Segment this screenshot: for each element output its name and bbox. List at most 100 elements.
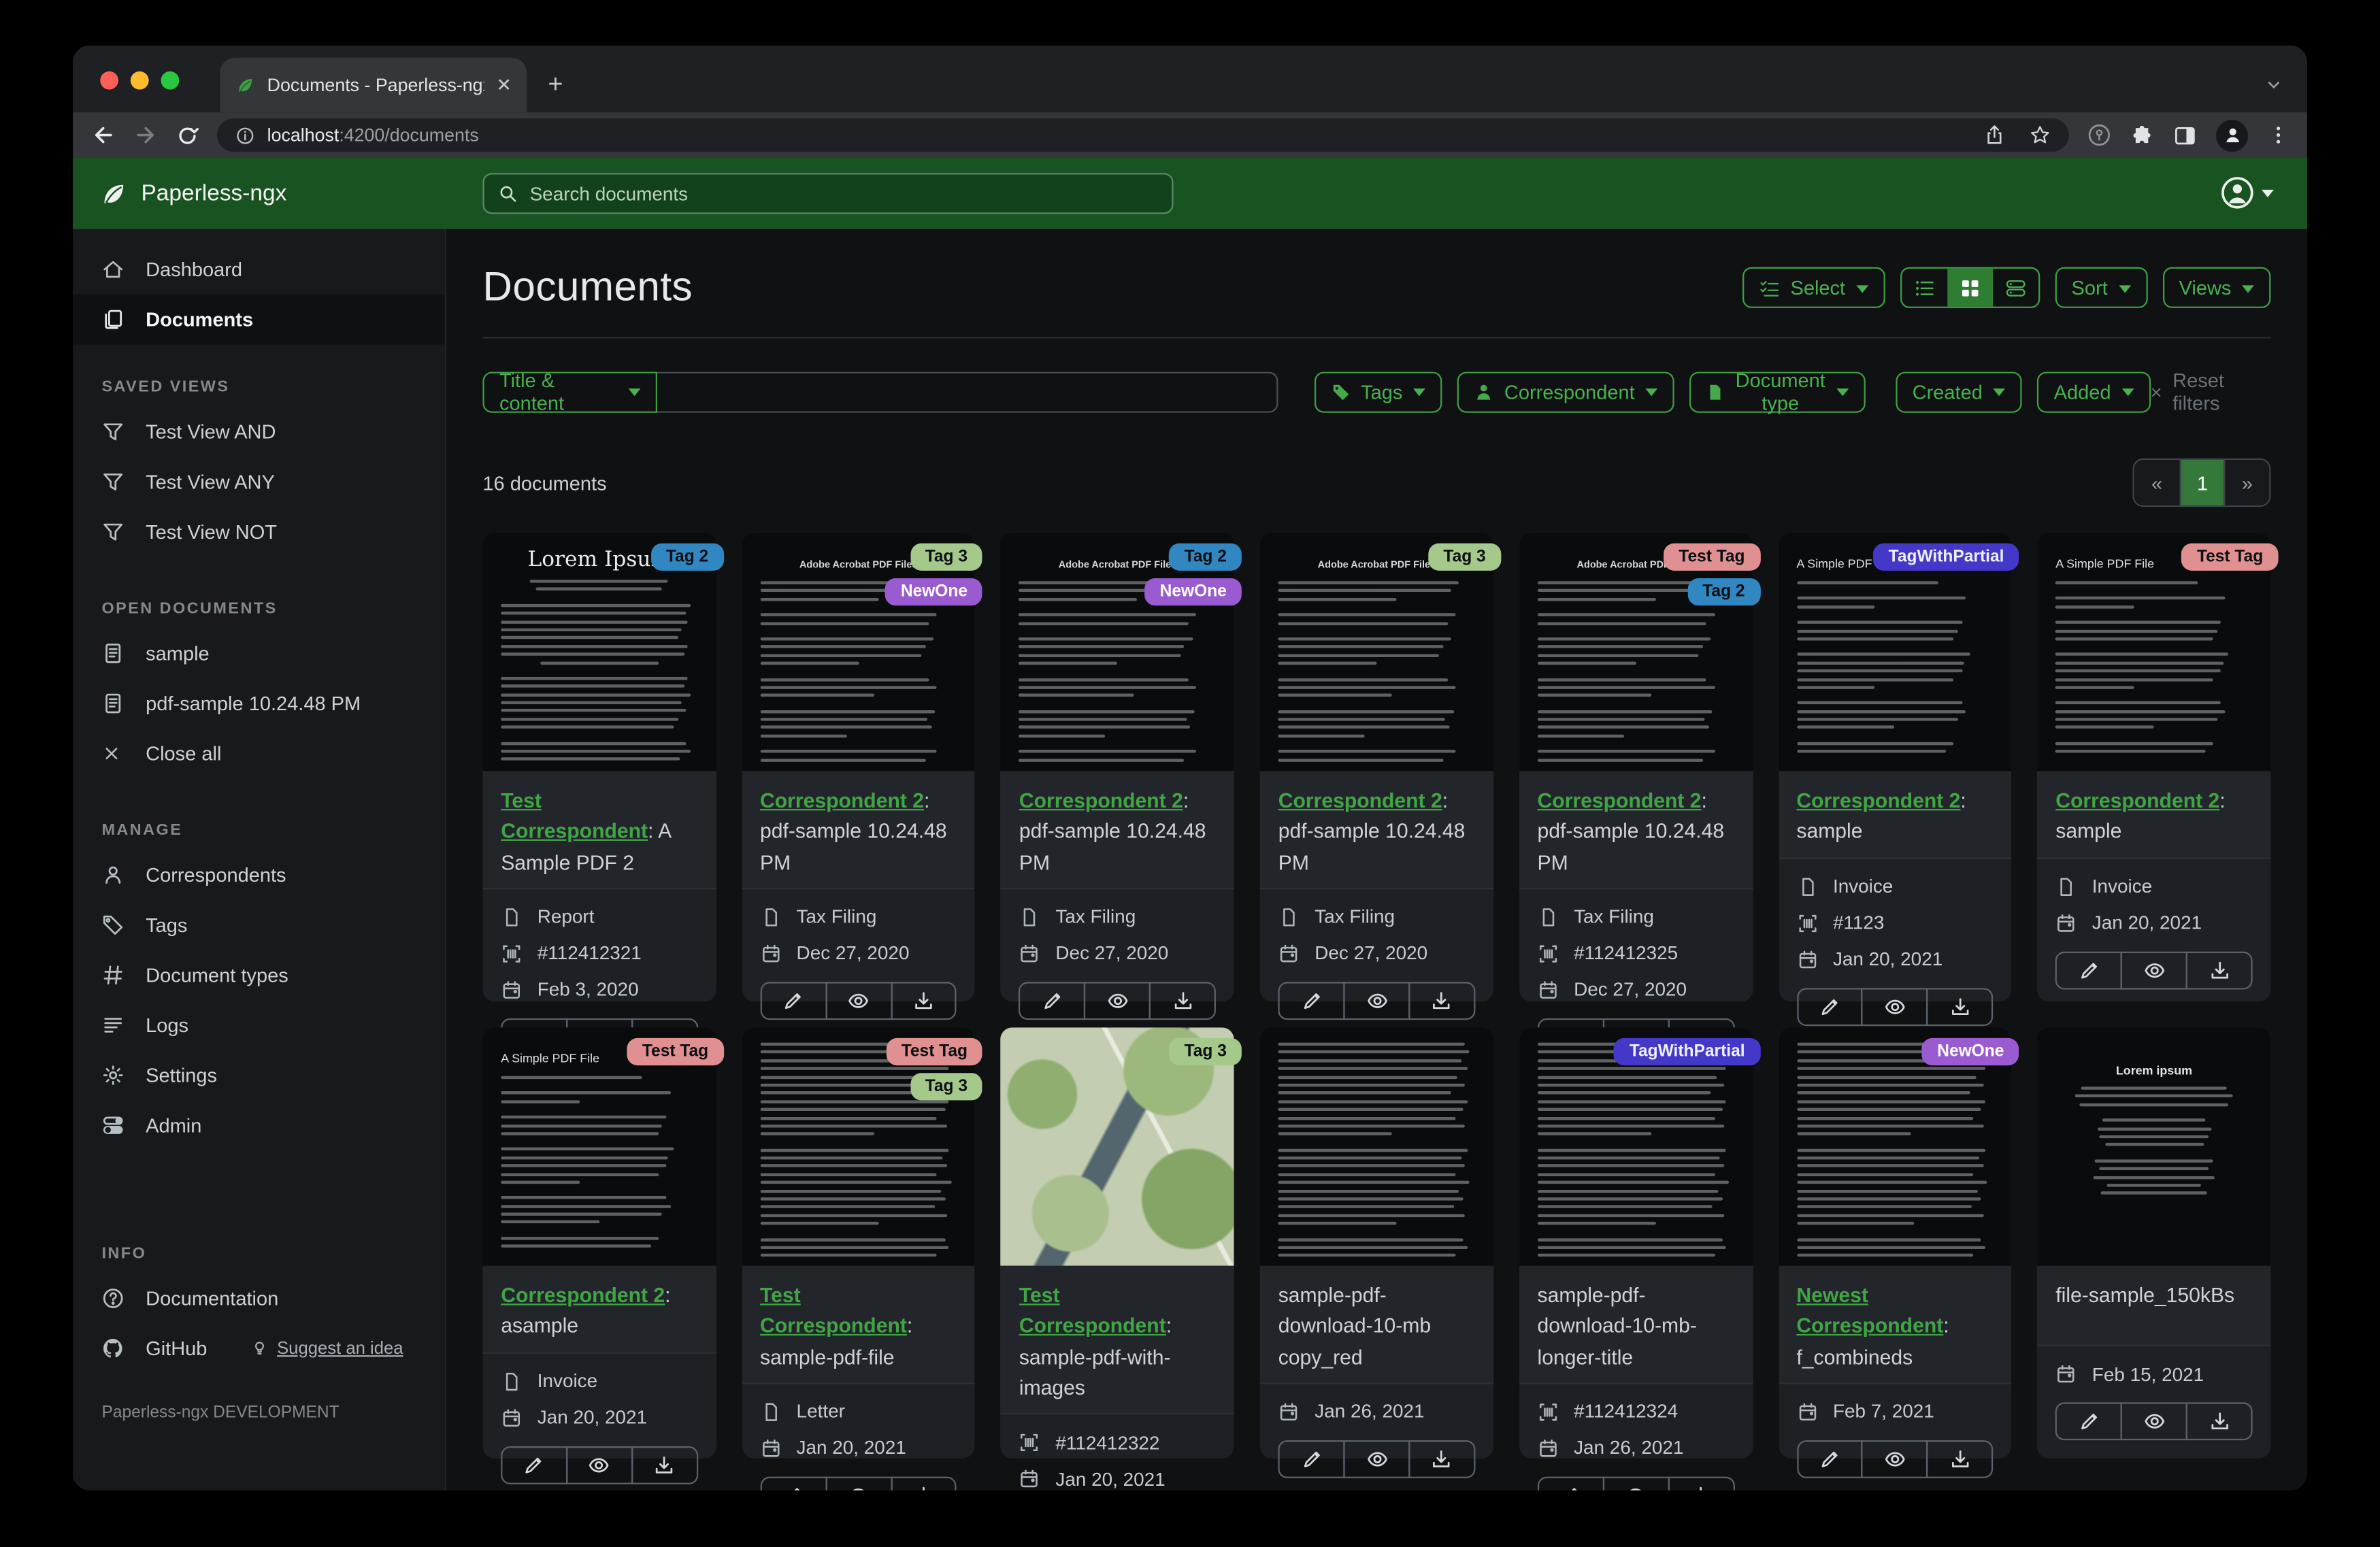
download-button[interactable] bbox=[2185, 1402, 2253, 1441]
view-button[interactable] bbox=[1862, 987, 1929, 1025]
correspondent-link[interactable]: Correspondent 2 bbox=[2055, 789, 2219, 812]
created-filter-button[interactable]: Created bbox=[1896, 371, 2022, 412]
edit-button[interactable] bbox=[1019, 981, 1086, 1020]
edit-button[interactable] bbox=[501, 1445, 568, 1484]
download-button[interactable] bbox=[1408, 981, 1476, 1020]
sidebar-item-documents[interactable]: Documents bbox=[73, 294, 445, 345]
tag-badge[interactable]: Tag 3 bbox=[1169, 1037, 1242, 1066]
tag-badge[interactable]: NewOne bbox=[1921, 1037, 2019, 1066]
address-bar[interactable]: localhost:4200/documents bbox=[217, 118, 2069, 152]
share-icon[interactable] bbox=[1984, 124, 2005, 146]
zoom-window-button[interactable] bbox=[161, 71, 180, 90]
tag-badge[interactable]: Test Tag bbox=[1663, 543, 1760, 571]
edit-button[interactable] bbox=[760, 981, 827, 1020]
page-next-button[interactable]: » bbox=[2224, 459, 2270, 505]
tag-badge[interactable]: TagWithPartial bbox=[1614, 1037, 1760, 1066]
reset-filters-button[interactable]: × Reset filters bbox=[2151, 369, 2271, 414]
close-window-button[interactable] bbox=[100, 71, 119, 90]
grid-view-toggle[interactable] bbox=[1947, 268, 1993, 307]
select-button[interactable]: Select bbox=[1742, 267, 1885, 308]
edit-button[interactable] bbox=[1796, 1440, 1864, 1478]
correspondent-link[interactable]: Test Correspondent bbox=[1019, 1284, 1166, 1337]
download-button[interactable] bbox=[2185, 950, 2253, 989]
correspondent-filter-button[interactable]: Correspondent bbox=[1457, 371, 1674, 412]
download-button[interactable] bbox=[890, 981, 957, 1020]
sidebar-item-test-view-and[interactable]: Test View AND bbox=[73, 407, 445, 457]
tab-close-icon[interactable]: ✕ bbox=[496, 74, 511, 95]
list-view-toggle[interactable] bbox=[1902, 269, 1947, 307]
edit-button[interactable] bbox=[1278, 981, 1345, 1020]
site-info-icon[interactable] bbox=[235, 125, 255, 145]
filter-text-input[interactable] bbox=[657, 371, 1278, 412]
tag-badge[interactable]: Tag 2 bbox=[1169, 543, 1242, 571]
correspondent-link[interactable]: Correspondent 2 bbox=[501, 1284, 665, 1306]
tag-badge[interactable]: Test Tag bbox=[886, 1037, 983, 1066]
sidebar-item-test-view-not[interactable]: Test View NOT bbox=[73, 507, 445, 557]
sidebar-item-test-view-any[interactable]: Test View ANY bbox=[73, 457, 445, 508]
app-brand[interactable]: Paperless-ngx bbox=[73, 180, 286, 207]
minimize-window-button[interactable] bbox=[130, 71, 149, 90]
sidebar-item-settings[interactable]: Settings bbox=[73, 1050, 445, 1101]
back-icon[interactable] bbox=[91, 123, 116, 148]
sidebar-item-document-types[interactable]: Document types bbox=[73, 950, 445, 1001]
download-button[interactable] bbox=[1926, 1440, 1994, 1478]
edit-button[interactable] bbox=[2055, 1402, 2123, 1441]
view-button[interactable] bbox=[1602, 1476, 1670, 1491]
close-all-button[interactable]: Close all bbox=[73, 729, 445, 779]
document-title-text[interactable]: sample-pdf-download-10-mb-longer-title bbox=[1538, 1284, 1697, 1368]
download-button[interactable] bbox=[890, 1476, 957, 1491]
open-document-pdf-sample-10-24-48-pm[interactable]: pdf-sample 10.24.48 PM bbox=[73, 678, 445, 729]
browser-profile-avatar[interactable] bbox=[2216, 119, 2248, 151]
correspondent-link[interactable]: Correspondent 2 bbox=[1278, 789, 1442, 812]
edit-button[interactable] bbox=[1537, 1476, 1604, 1491]
views-button[interactable]: Views bbox=[2162, 267, 2271, 308]
edit-button[interactable] bbox=[760, 1476, 827, 1491]
tag-badge[interactable]: Tag 2 bbox=[650, 543, 724, 571]
download-button[interactable] bbox=[1667, 1476, 1734, 1491]
tags-filter-button[interactable]: Tags bbox=[1313, 371, 1442, 412]
view-button[interactable] bbox=[825, 981, 892, 1020]
tag-badge[interactable]: NewOne bbox=[1144, 578, 1242, 606]
document-title-text[interactable]: sample-pdf-download-10-mb copy_red bbox=[1278, 1284, 1431, 1368]
open-document-sample[interactable]: sample bbox=[73, 629, 445, 679]
sidebar-item-admin[interactable]: Admin bbox=[73, 1100, 445, 1150]
user-menu[interactable] bbox=[2219, 175, 2274, 212]
view-button[interactable] bbox=[1862, 1440, 1929, 1478]
document-thumbnail[interactable]: Lorem ipsum bbox=[2037, 1027, 2271, 1266]
sidebar-item-documentation[interactable]: Documentation bbox=[73, 1274, 445, 1324]
correspondent-link[interactable]: Correspondent 2 bbox=[1538, 789, 1702, 812]
view-button[interactable] bbox=[1343, 1440, 1410, 1478]
correspondent-link[interactable]: Correspondent 2 bbox=[760, 789, 924, 812]
download-button[interactable] bbox=[1926, 987, 1994, 1025]
document-type-filter-button[interactable]: Document type bbox=[1689, 369, 1866, 414]
correspondent-link[interactable]: Test Correspondent bbox=[501, 789, 648, 843]
sidebar-item-logs[interactable]: Logs bbox=[73, 1000, 445, 1050]
added-filter-button[interactable]: Added bbox=[2037, 371, 2151, 412]
side-panel-icon[interactable] bbox=[2174, 124, 2196, 146]
correspondent-link[interactable]: Test Correspondent bbox=[760, 1284, 907, 1337]
view-button[interactable] bbox=[2120, 1402, 2187, 1441]
correspondent-link[interactable]: Correspondent 2 bbox=[1019, 789, 1183, 812]
reload-icon[interactable] bbox=[176, 124, 199, 146]
menu-dots-icon[interactable] bbox=[2268, 124, 2289, 146]
correspondent-link[interactable]: Correspondent 2 bbox=[1796, 789, 1960, 812]
view-button[interactable] bbox=[2120, 950, 2187, 989]
view-button[interactable] bbox=[825, 1476, 892, 1491]
suggest-idea-link[interactable]: Suggest an idea bbox=[277, 1340, 403, 1358]
tag-badge[interactable]: Tag 2 bbox=[1687, 578, 1760, 606]
edit-button[interactable] bbox=[1796, 987, 1864, 1025]
tag-badge[interactable]: NewOne bbox=[885, 578, 983, 606]
correspondent-link[interactable]: Newest Correspondent bbox=[1796, 1284, 1943, 1337]
tag-badge[interactable]: Tag 3 bbox=[910, 543, 983, 571]
tag-badge[interactable]: Tag 3 bbox=[1428, 543, 1502, 571]
download-button[interactable] bbox=[1149, 981, 1217, 1020]
tab-search-chevron-icon[interactable] bbox=[2265, 76, 2283, 113]
tag-badge[interactable]: Test Tag bbox=[627, 1037, 724, 1066]
page-prev-button[interactable]: « bbox=[2134, 459, 2180, 505]
document-thumbnail[interactable] bbox=[1259, 1027, 1493, 1266]
view-button[interactable] bbox=[565, 1445, 633, 1484]
forward-icon[interactable] bbox=[133, 123, 158, 148]
sidebar-item-tags[interactable]: Tags bbox=[73, 900, 445, 950]
view-button[interactable] bbox=[1084, 981, 1151, 1020]
tag-badge[interactable]: Tag 3 bbox=[910, 1073, 983, 1101]
